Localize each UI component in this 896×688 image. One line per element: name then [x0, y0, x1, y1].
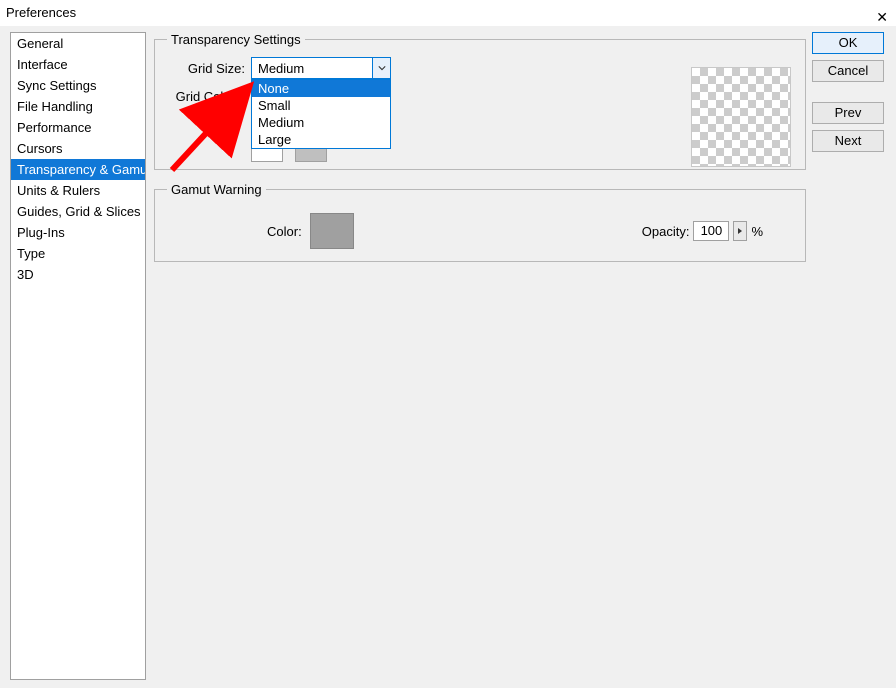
gamut-opacity-label: Opacity: [642, 224, 690, 239]
transparency-settings-legend: Transparency Settings [167, 32, 305, 47]
grid-size-option-medium[interactable]: Medium [252, 114, 390, 131]
grid-size-value: Medium [252, 61, 372, 76]
window-body: General Interface Sync Settings File Han… [0, 26, 896, 688]
grid-size-label: Grid Size: [167, 61, 245, 76]
sidebar-item-units-rulers[interactable]: Units & Rulers [11, 180, 145, 201]
grid-size-dropdown[interactable]: Medium None Small Medium Large [251, 57, 391, 79]
gamut-opacity-unit: % [751, 224, 763, 239]
transparency-preview [691, 67, 791, 167]
prev-button[interactable]: Prev [812, 102, 884, 124]
grid-size-dropdown-list: None Small Medium Large [251, 79, 391, 149]
sidebar-item-guides-grid-slices[interactable]: Guides, Grid & Slices [11, 201, 145, 222]
cancel-button[interactable]: Cancel [812, 60, 884, 82]
dialog-buttons: OK Cancel Prev Next [812, 32, 890, 158]
gamut-color-label: Color: [267, 224, 302, 239]
grid-size-option-small[interactable]: Small [252, 97, 390, 114]
sidebar-item-transparency-gamut[interactable]: Transparency & Gamut [11, 159, 145, 180]
sidebar-item-cursors[interactable]: Cursors [11, 138, 145, 159]
category-sidebar: General Interface Sync Settings File Han… [10, 32, 146, 680]
content-area: Transparency Settings Grid Size: Medium … [154, 32, 806, 274]
sidebar-item-general[interactable]: General [11, 33, 145, 54]
ok-button[interactable]: OK [812, 32, 884, 54]
sidebar-item-performance[interactable]: Performance [11, 117, 145, 138]
gamut-warning-legend: Gamut Warning [167, 182, 266, 197]
grid-size-option-none[interactable]: None [252, 80, 390, 97]
gamut-warning-group: Gamut Warning Color: Opacity: 100 % [154, 182, 806, 262]
chevron-down-icon [372, 58, 390, 78]
next-button[interactable]: Next [812, 130, 884, 152]
sidebar-item-plug-ins[interactable]: Plug-Ins [11, 222, 145, 243]
sidebar-item-3d[interactable]: 3D [11, 264, 145, 285]
gamut-color-swatch[interactable] [310, 213, 354, 249]
grid-colors-label: Grid Colors: [167, 89, 245, 104]
sidebar-item-file-handling[interactable]: File Handling [11, 96, 145, 117]
sidebar-item-type[interactable]: Type [11, 243, 145, 264]
gamut-opacity-control: Opacity: 100 % [642, 221, 763, 241]
sidebar-item-interface[interactable]: Interface [11, 54, 145, 75]
preferences-window: Preferences ✕ General Interface Sync Set… [0, 0, 896, 688]
gamut-opacity-stepper[interactable] [733, 221, 747, 241]
transparency-settings-group: Transparency Settings Grid Size: Medium … [154, 32, 806, 170]
window-title: Preferences [6, 5, 76, 20]
sidebar-item-sync-settings[interactable]: Sync Settings [11, 75, 145, 96]
gamut-opacity-input[interactable]: 100 [693, 221, 729, 241]
grid-size-option-large[interactable]: Large [252, 131, 390, 148]
titlebar: Preferences ✕ [0, 0, 896, 26]
